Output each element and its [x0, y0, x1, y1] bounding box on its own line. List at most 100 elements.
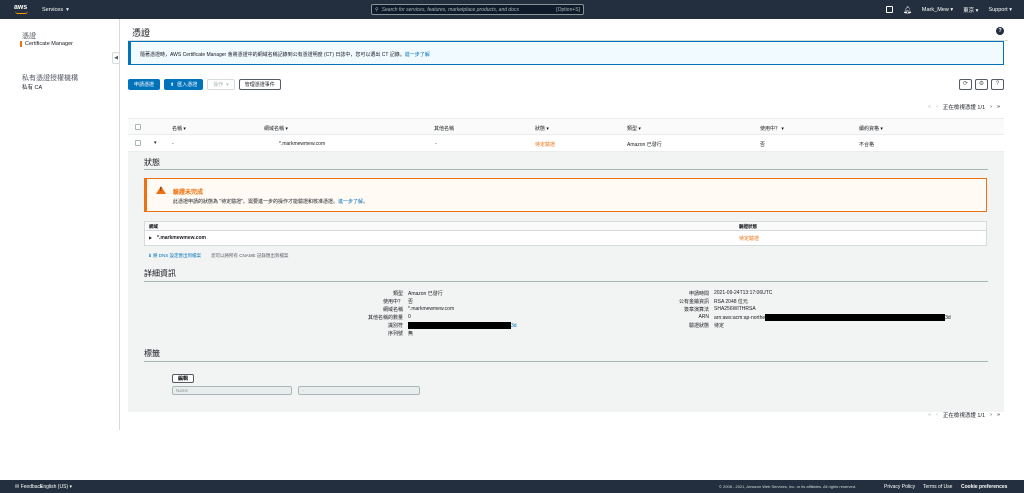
aws-logo[interactable]: aws	[14, 4, 30, 15]
tags-section-title: 標籤	[144, 349, 160, 358]
cell-other-names: -	[435, 141, 437, 147]
sidebar-section-private-ca: 私有憑證授權機構	[22, 75, 78, 82]
warning-text: 此憑證申請的狀態為 "待定驗證"。需要進一步的操作才能驗證和核准憑證。	[173, 199, 338, 205]
import-label: 匯入憑證	[177, 82, 198, 88]
last-page-icon[interactable]: »	[997, 104, 1000, 110]
search-icon: ⚲	[375, 6, 379, 13]
cell-status: 待定驗證	[535, 142, 556, 148]
cell-type: Amazon 已發行	[627, 142, 662, 148]
next-page-icon[interactable]: ›	[990, 412, 992, 418]
sidebar: 憑證 Certificate Manager 私有憑證授權機構 私有 CA	[0, 19, 120, 430]
terms-link[interactable]: Terms of Use	[923, 484, 952, 490]
domain-value: *.markmewmew.com	[157, 235, 207, 241]
domain-validation-row[interactable]: ▶ *.markmewmew.com 待定驗證	[145, 231, 986, 245]
pager-text: 正在檢視憑證 1/1	[942, 413, 986, 419]
row-checkbox[interactable]	[135, 140, 141, 146]
support-menu[interactable]: Support ▾	[988, 7, 1012, 13]
edit-tags-button[interactable]: 編輯	[172, 374, 195, 383]
refresh-icon[interactable]: ⟳	[959, 79, 972, 90]
expand-row-icon[interactable]: ▾	[154, 140, 157, 146]
column-type[interactable]: 類型 ▾	[627, 125, 641, 132]
services-menu[interactable]: Services ▾	[42, 7, 69, 13]
pagination-bottom: « ‹ 正在檢視憑證 1/1 › »	[928, 411, 1000, 419]
detail-public-key: 公有金鑰資訊 RSA 2048 位元	[678, 299, 748, 305]
bell-icon[interactable]: 🔔︎	[903, 6, 912, 14]
request-certificate-button[interactable]: 申請憑證	[128, 79, 161, 90]
manage-events-button[interactable]: 管理憑證事件	[238, 79, 281, 90]
warning-learn-more-link[interactable]: 進一步了解	[338, 199, 363, 205]
help-icon[interactable]: ?	[996, 27, 1004, 35]
select-all-checkbox[interactable]	[135, 124, 141, 130]
pager-text: 正在檢視憑證 1/1	[942, 105, 986, 111]
user-name: Mark_Mew	[921, 6, 949, 13]
tag-value-field: -	[298, 386, 420, 395]
detail-other-names-count: 其他名稱的數量 0	[367, 314, 411, 321]
prev-page-icon[interactable]: ‹	[936, 104, 938, 110]
collapse-sidebar-button[interactable]: ◀	[112, 52, 120, 64]
feedback-icon: ✉	[15, 483, 20, 490]
detail-requested-at: 申請時間 2021-09-24T13:17:06UTC	[688, 290, 773, 297]
import-certificate-button[interactable]: ⬆ 匯入憑證	[164, 79, 204, 90]
column-name[interactable]: 名稱 ▾	[172, 125, 186, 132]
validation-value: 待定驗證	[739, 236, 760, 242]
info-learn-more-link[interactable]: 進一步了解	[405, 52, 430, 58]
column-domain[interactable]: 網域名稱 ▾	[264, 125, 288, 132]
tag-name-field: Name	[172, 386, 292, 395]
pagination-top: « ‹ 正在檢視憑證 1/1 › »	[928, 103, 1000, 111]
domain-header: 網域	[149, 224, 158, 229]
column-other-names: 其他名稱	[434, 126, 455, 132]
detail-in-use: 使用中？否	[382, 299, 414, 305]
cell-renewal: 不合格	[859, 142, 875, 148]
detail-arn: ARN arn:aws:acm:ap-northe 3d	[698, 314, 951, 321]
column-renewal[interactable]: 續約資格 ▾	[859, 125, 883, 132]
top-navigation-bar: aws Services ▾ ⚲ Search for services, fea…	[0, 0, 1024, 19]
warning-title: 驗證未完成	[173, 190, 204, 196]
help-circle-icon[interactable]: ?	[991, 79, 1004, 90]
first-page-icon[interactable]: «	[928, 104, 931, 110]
table-row[interactable]: ▾ - *.markmewmew.com - 待定驗證 Amazon 已發行 否…	[128, 135, 1004, 152]
support-label: Support	[988, 6, 1008, 13]
detail-signature-algorithm: 簽章演算法 SHA256WITHRSA	[683, 306, 756, 313]
status-section-title: 狀態	[144, 158, 160, 167]
upload-icon: ⬆	[170, 81, 175, 88]
next-page-icon[interactable]: ›	[990, 104, 992, 110]
detail-validation-status: 驗證狀態 待定	[688, 323, 725, 329]
user-menu[interactable]: Mark_Mew ▾	[922, 7, 953, 13]
warning-icon: !	[156, 186, 166, 194]
sidebar-section-certificates: 憑證	[22, 33, 36, 40]
first-page-icon[interactable]: «	[928, 412, 931, 418]
cloudshell-icon[interactable]	[886, 6, 894, 13]
validation-header: 驗證狀態	[739, 224, 757, 229]
privacy-link[interactable]: Privacy Policy	[884, 484, 915, 490]
expand-domain-icon[interactable]: ▶	[149, 235, 152, 240]
language-selector[interactable]: English (US) ▾	[40, 484, 72, 490]
validation-warning: ! 驗證未完成 此憑證申請的狀態為 "待定驗證"。需要進一步的操作才能驗證和核准…	[144, 178, 987, 212]
feedback-link[interactable]: ✉ Feedback	[15, 484, 43, 490]
detail-domain-name: 網域名稱 *.markmewmew.com	[382, 306, 455, 313]
column-in-use[interactable]: 使用中？ ▾	[760, 125, 784, 132]
cookie-preferences-link[interactable]: Cookie preferences	[961, 484, 1007, 490]
search-shortcut: [Option+S]	[556, 6, 580, 13]
region-menu[interactable]: 東京 ▾	[963, 6, 978, 14]
last-page-icon[interactable]: »	[997, 412, 1000, 418]
export-note: 您可以將所有 CNAME 記錄匯出到檔案	[211, 253, 289, 258]
region-name: 東京	[963, 7, 975, 14]
detail-type: 類型 Amazon 已發行	[392, 291, 443, 297]
caret-down-icon: ▾	[226, 81, 229, 88]
gear-icon[interactable]: ⚙	[975, 79, 988, 90]
page-title: 憑證	[132, 28, 151, 38]
actions-label: 操作	[213, 82, 224, 88]
domain-validation-table: 網域 驗證狀態 ▶ *.markmewmew.com 待定驗證	[144, 221, 987, 246]
cell-domain: *.markmewmew.com	[279, 141, 326, 147]
export-dns-link[interactable]: ⬇ 將 DNS 設定匯出到檔案	[148, 253, 201, 259]
sidebar-item-private-ca[interactable]: 私有 CA	[22, 83, 42, 91]
sidebar-item-certificate-manager[interactable]: Certificate Manager	[20, 41, 73, 47]
redacted-block	[765, 314, 946, 321]
main-content: 憑證 ? 隨著憑證時，AWS Certificate Manager 會將憑證中…	[128, 19, 1008, 430]
prev-page-icon[interactable]: ‹	[936, 412, 938, 418]
certificate-detail-panel: 狀態 ! 驗證未完成 此憑證申請的狀態為 "待定驗證"。需要進一步的操作才能驗證…	[128, 152, 1004, 412]
search-input[interactable]: ⚲ Search for services, features, marketp…	[371, 4, 584, 15]
info-banner: 隨著憑證時，AWS Certificate Manager 會將憑證中的網域名稱…	[128, 41, 1004, 65]
column-status[interactable]: 狀態 ▾	[535, 125, 549, 132]
actions-dropdown[interactable]: 操作 ▾	[207, 79, 235, 90]
